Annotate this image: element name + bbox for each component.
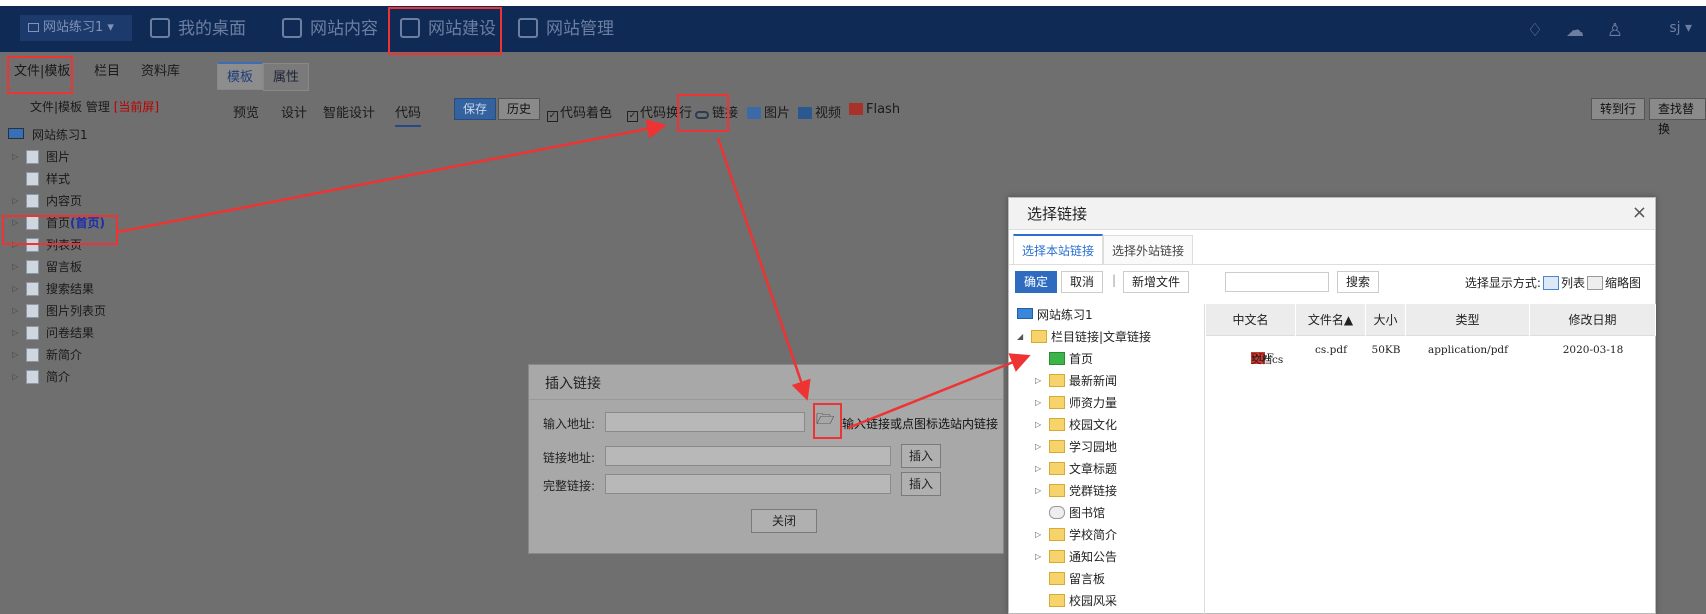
annotation-arrows [117,119,1031,430]
arrow-home-to-link [117,119,667,234]
arrow-link-to-folder [716,137,811,401]
arrow-folder-to-home [847,353,1031,430]
